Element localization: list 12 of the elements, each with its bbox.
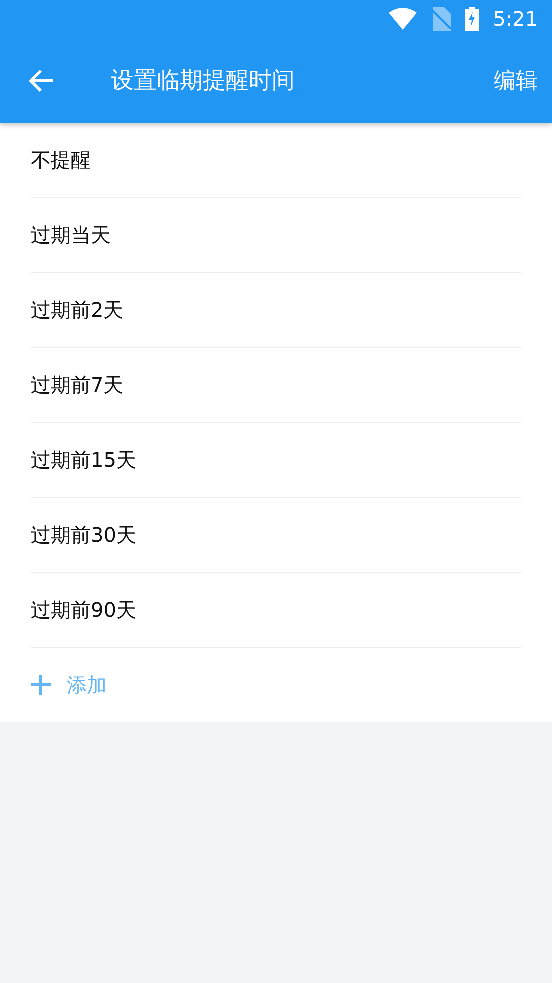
wifi-icon bbox=[389, 8, 418, 30]
status-time: 5:21 bbox=[493, 7, 538, 31]
page-title: 设置临期提醒时间 bbox=[111, 67, 296, 96]
reminder-option[interactable]: 不提醒 bbox=[31, 123, 521, 198]
reminder-option[interactable]: 过期前2天 bbox=[31, 273, 521, 348]
reminder-option[interactable]: 过期前7天 bbox=[31, 348, 521, 423]
battery-charging-icon bbox=[465, 7, 480, 31]
no-sim-icon bbox=[431, 7, 452, 31]
reminder-option[interactable]: 过期前30天 bbox=[31, 498, 521, 573]
plus-icon bbox=[31, 675, 51, 695]
reminder-option[interactable]: 过期当天 bbox=[31, 198, 521, 273]
reminder-option[interactable]: 过期前15天 bbox=[31, 423, 521, 498]
